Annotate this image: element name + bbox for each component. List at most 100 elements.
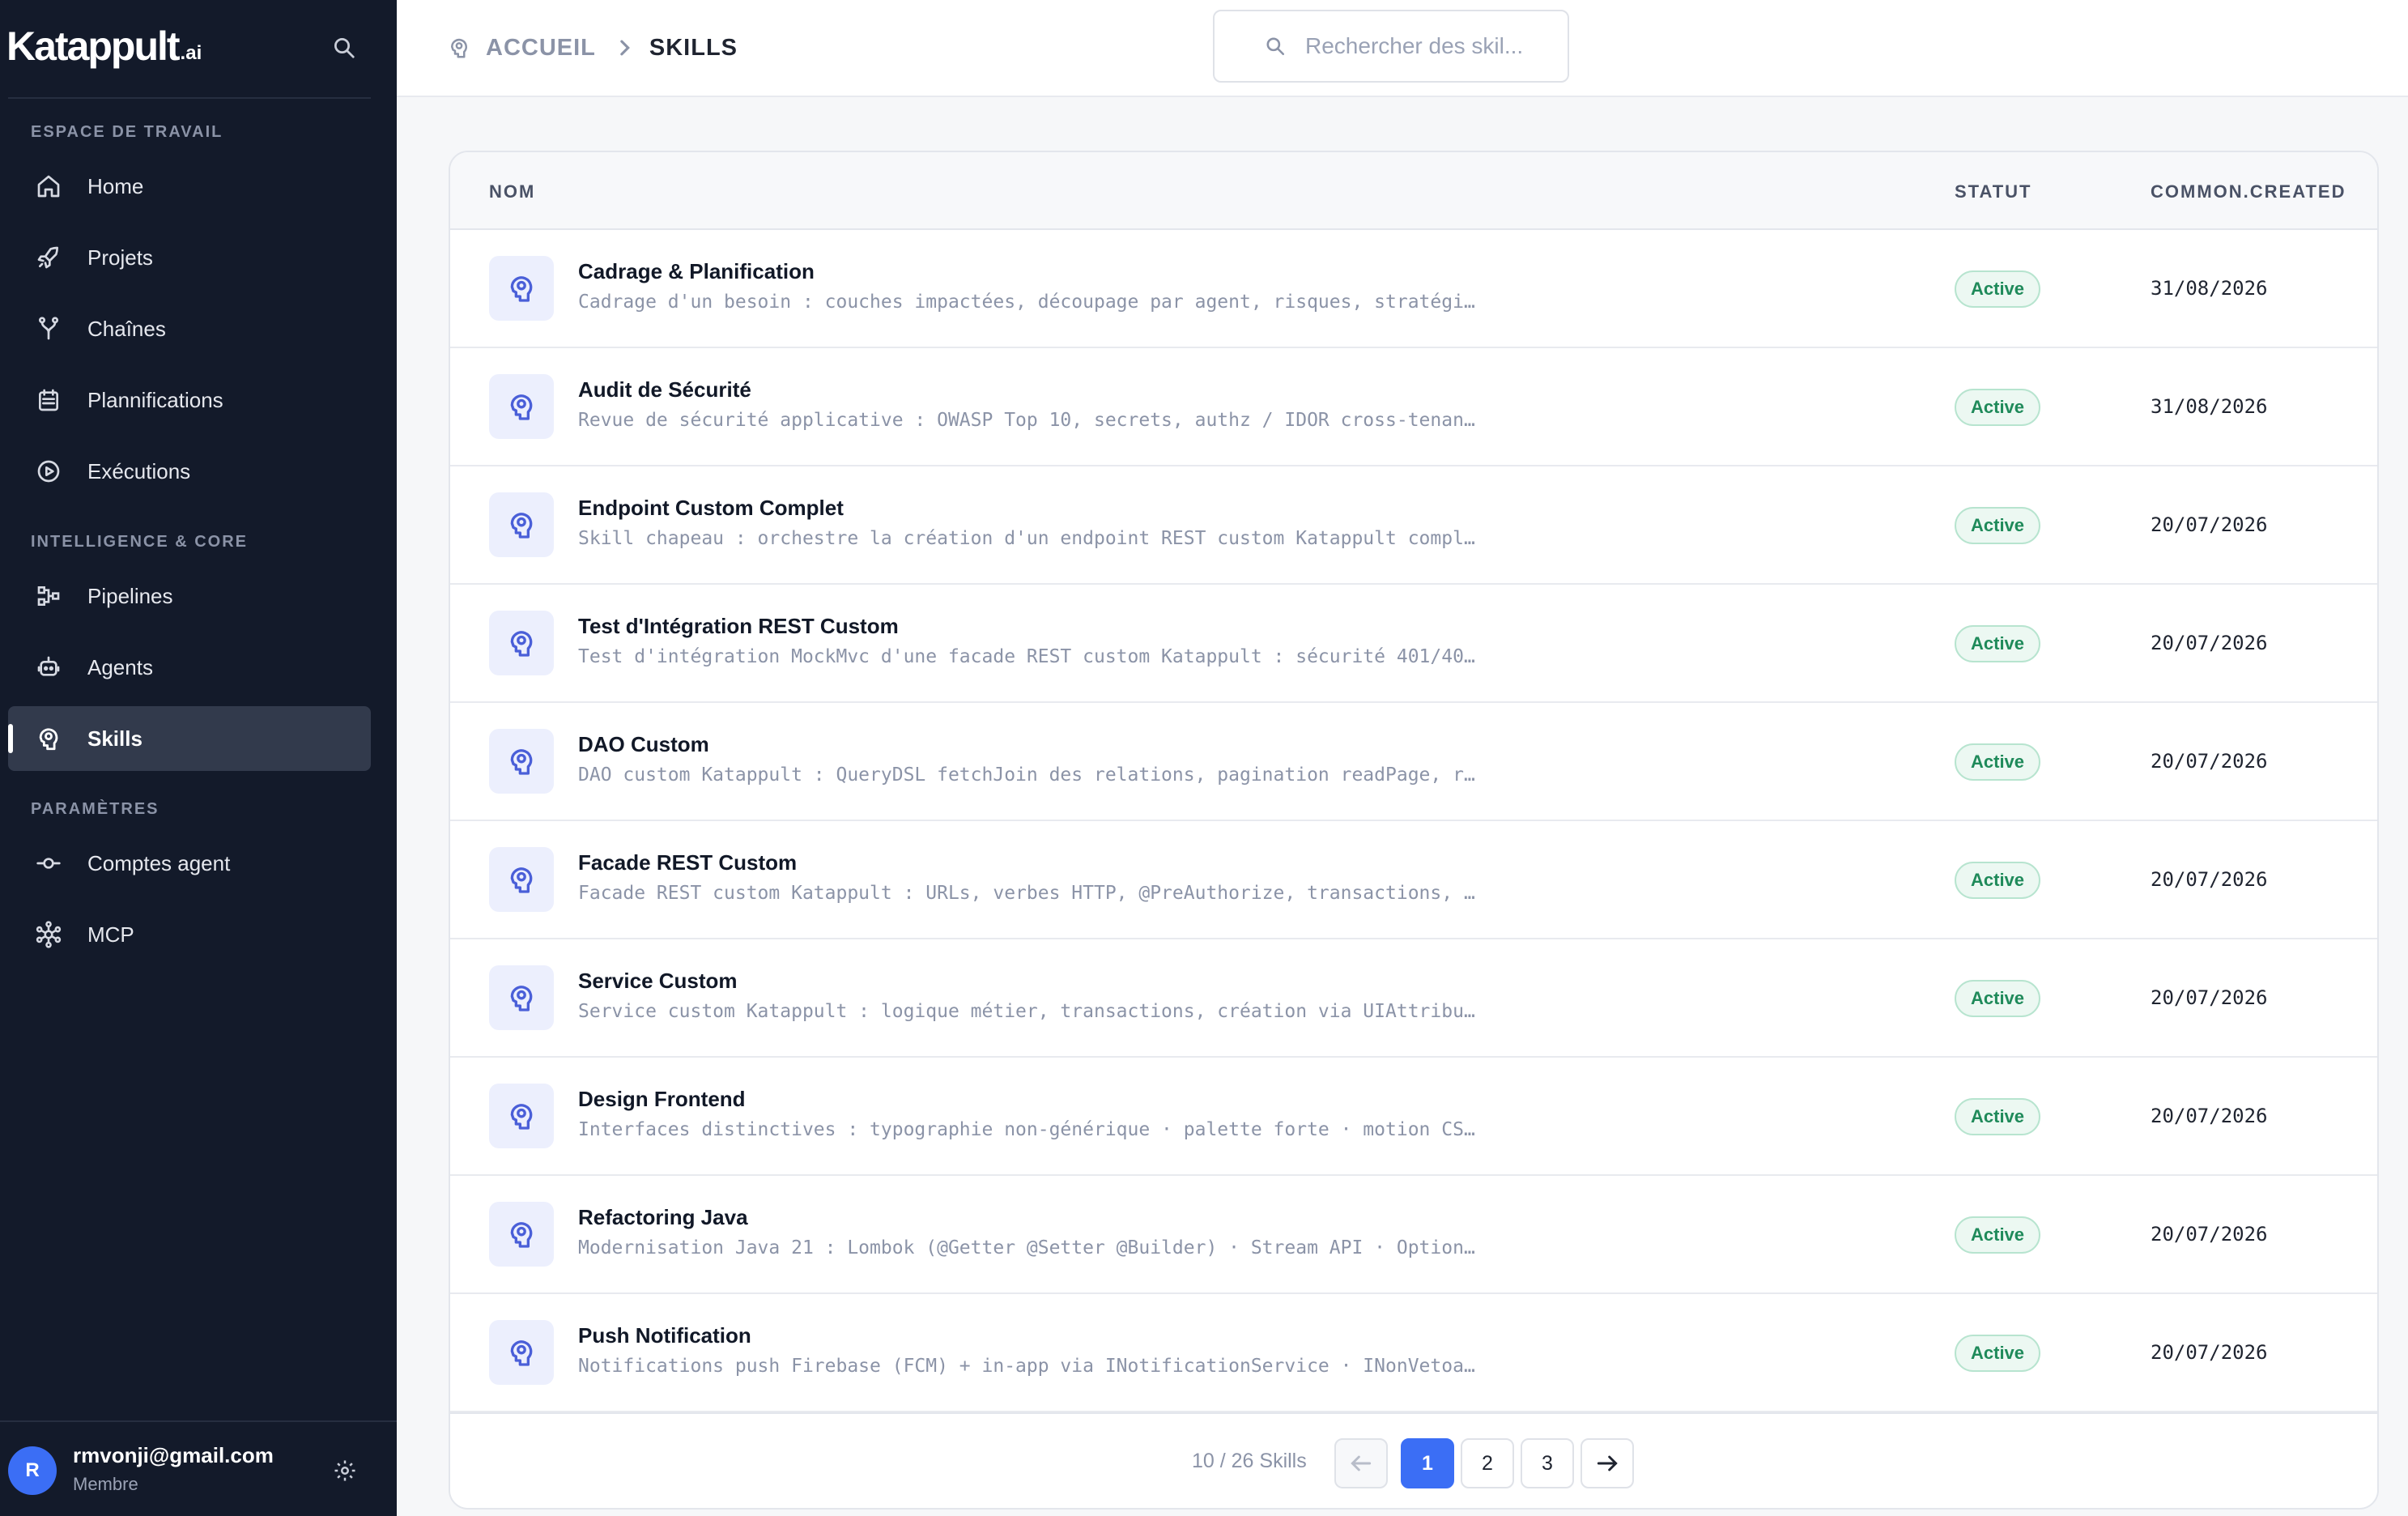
brain-head-icon: [451, 38, 467, 58]
skill-description: Service custom Katappult : logique métie…: [578, 1001, 1477, 1022]
table-row[interactable]: Service Custom Service custom Katappult :…: [450, 939, 2377, 1058]
brain-head-icon: [489, 1320, 554, 1385]
pipeline-icon: [32, 580, 65, 612]
breadcrumb-home[interactable]: ACCUEIL: [447, 35, 596, 62]
user-email: rmvonji@gmail.com: [73, 1443, 274, 1467]
sidebar-item-label: Exécutions: [87, 458, 191, 483]
table-row[interactable]: DAO Custom DAO custom Katappult : QueryDS…: [450, 703, 2377, 821]
sidebar-item-mcp[interactable]: MCP: [8, 902, 371, 967]
previous-page-button[interactable]: [1334, 1438, 1388, 1488]
gear-icon: [334, 1460, 355, 1481]
brain-head-icon: [32, 722, 65, 755]
sidebar-item-label: Projets: [87, 245, 153, 270]
created-date: 20/07/2026: [2151, 1105, 2268, 1127]
skill-description: Notifications push Firebase (FCM) + in-a…: [578, 1356, 1477, 1377]
table-row[interactable]: Design Frontend Interfaces distinctives :…: [450, 1058, 2377, 1176]
created-date: 20/07/2026: [2151, 513, 2268, 536]
skill-name: Refactoring Java: [578, 1205, 748, 1229]
user-settings-button[interactable]: [329, 1454, 361, 1487]
sidebar-item-label: Pipelines: [87, 583, 173, 608]
table-row[interactable]: Cadrage & Planification Cadrage d'un beso…: [450, 230, 2377, 348]
sidebar-item-label: Plannifications: [87, 387, 223, 412]
skill-description: Skill chapeau : orchestre la création d'…: [578, 528, 1477, 549]
rocket-icon: [32, 241, 65, 274]
skill-name: Audit de Sécurité: [578, 377, 751, 402]
arrow-right-icon: [1597, 1455, 1618, 1471]
skill-description: Revue de sécurité applicative : OWASP To…: [578, 410, 1477, 431]
brain-head-icon: [489, 847, 554, 912]
brain-head-icon: [489, 611, 554, 675]
sidebar-item-pipelines[interactable]: Pipelines: [8, 564, 371, 628]
home-icon: [32, 170, 65, 202]
skill-name: Test d'Intégration REST Custom: [578, 614, 899, 638]
sidebar-item-comptes-agent[interactable]: Comptes agent: [8, 831, 371, 896]
pagination: 10 / 26 Skills 1 2 3: [450, 1412, 2377, 1508]
created-date: 31/08/2026: [2151, 277, 2268, 300]
sidebar-item-agents[interactable]: Agents: [8, 635, 371, 700]
sidebar-item-projets[interactable]: Projets: [8, 225, 371, 290]
brain-head-icon: [489, 1202, 554, 1267]
topbar: ACCUEIL SKILLS: [397, 0, 2408, 97]
brand-logo[interactable]: Katappult .ai: [6, 18, 202, 75]
status-badge: Active: [1955, 507, 2041, 544]
search-icon: [1263, 34, 1287, 58]
sidebar-item-label: Chaînes: [87, 316, 166, 341]
breadcrumb: ACCUEIL SKILLS: [447, 29, 738, 66]
network-icon: [32, 918, 65, 951]
sidebar-item-home[interactable]: Home: [8, 154, 371, 219]
sidebar-search-button[interactable]: [324, 28, 364, 68]
table-row[interactable]: Refactoring Java Modernisation Java 21 : …: [450, 1176, 2377, 1294]
robot-icon: [32, 651, 65, 683]
table-body: Cadrage & Planification Cadrage d'un beso…: [450, 230, 2377, 1412]
fork-icon: [32, 313, 65, 345]
page-button-3[interactable]: 3: [1521, 1438, 1574, 1488]
table-header: NOM STATUT COMMON.CREATED: [450, 152, 2377, 230]
brain-head-icon: [489, 256, 554, 321]
user-profile[interactable]: R rmvonji@gmail.com Membre: [0, 1420, 397, 1516]
column-header-status[interactable]: STATUT: [1955, 181, 2032, 202]
sidebar-item-chaines[interactable]: Chaînes: [8, 296, 371, 361]
sidebar-item-skills[interactable]: Skills: [8, 706, 371, 771]
skill-description: Facade REST custom Katappult : URLs, ver…: [578, 883, 1477, 904]
column-header-created[interactable]: COMMON.CREATED: [2151, 181, 2346, 202]
next-page-button[interactable]: [1581, 1438, 1634, 1488]
sidebar-item-executions[interactable]: Exécutions: [8, 439, 371, 504]
skill-name: Service Custom: [578, 969, 738, 993]
skills-search[interactable]: [1213, 10, 1569, 83]
brain-head-icon: [489, 729, 554, 794]
created-date: 20/07/2026: [2151, 632, 2268, 654]
chevron-right-icon: [617, 39, 632, 57]
skill-description: Interfaces distinctives : typographie no…: [578, 1119, 1477, 1140]
table-row[interactable]: Audit de Sécurité Revue de sécurité appli…: [450, 348, 2377, 466]
breadcrumb-home-label: ACCUEIL: [486, 34, 596, 61]
section-label-workspace: ESPACE DE TRAVAIL: [31, 123, 223, 141]
sidebar-item-plannifications[interactable]: Plannifications: [8, 368, 371, 432]
skill-description: Cadrage d'un besoin : couches impactées,…: [578, 292, 1477, 313]
page-button-1[interactable]: 1: [1401, 1438, 1454, 1488]
skill-name: Design Frontend: [578, 1087, 746, 1111]
skill-description: Test d'intégration MockMvc d'une facade …: [578, 646, 1477, 667]
skill-description: DAO custom Katappult : QueryDSL fetchJoi…: [578, 764, 1477, 786]
page-button-2[interactable]: 2: [1461, 1438, 1514, 1488]
sidebar-item-label: MCP: [87, 922, 134, 947]
status-badge: Active: [1955, 1216, 2041, 1254]
pagination-info: 10 / 26 Skills: [1192, 1450, 1307, 1472]
status-badge: Active: [1955, 862, 2041, 899]
status-badge: Active: [1955, 389, 2041, 426]
created-date: 20/07/2026: [2151, 986, 2268, 1009]
brain-head-icon: [489, 492, 554, 557]
column-header-name[interactable]: NOM: [489, 181, 535, 202]
sidebar-item-label: Agents: [87, 654, 153, 679]
avatar: R: [8, 1446, 57, 1495]
table-row[interactable]: Facade REST Custom Facade REST custom Kat…: [450, 821, 2377, 939]
table-row[interactable]: Test d'Intégration REST Custom Test d'int…: [450, 585, 2377, 703]
breadcrumb-current: SKILLS: [649, 34, 738, 61]
status-badge: Active: [1955, 1098, 2041, 1135]
skill-name: Cadrage & Planification: [578, 259, 815, 283]
status-badge: Active: [1955, 980, 2041, 1017]
skills-search-input[interactable]: [1305, 33, 1548, 59]
table-row[interactable]: Endpoint Custom Complet Skill chapeau : o…: [450, 466, 2377, 585]
brain-head-icon: [489, 1084, 554, 1148]
status-badge: Active: [1955, 270, 2041, 308]
table-row[interactable]: Push Notification Notifications push Fire…: [450, 1294, 2377, 1412]
